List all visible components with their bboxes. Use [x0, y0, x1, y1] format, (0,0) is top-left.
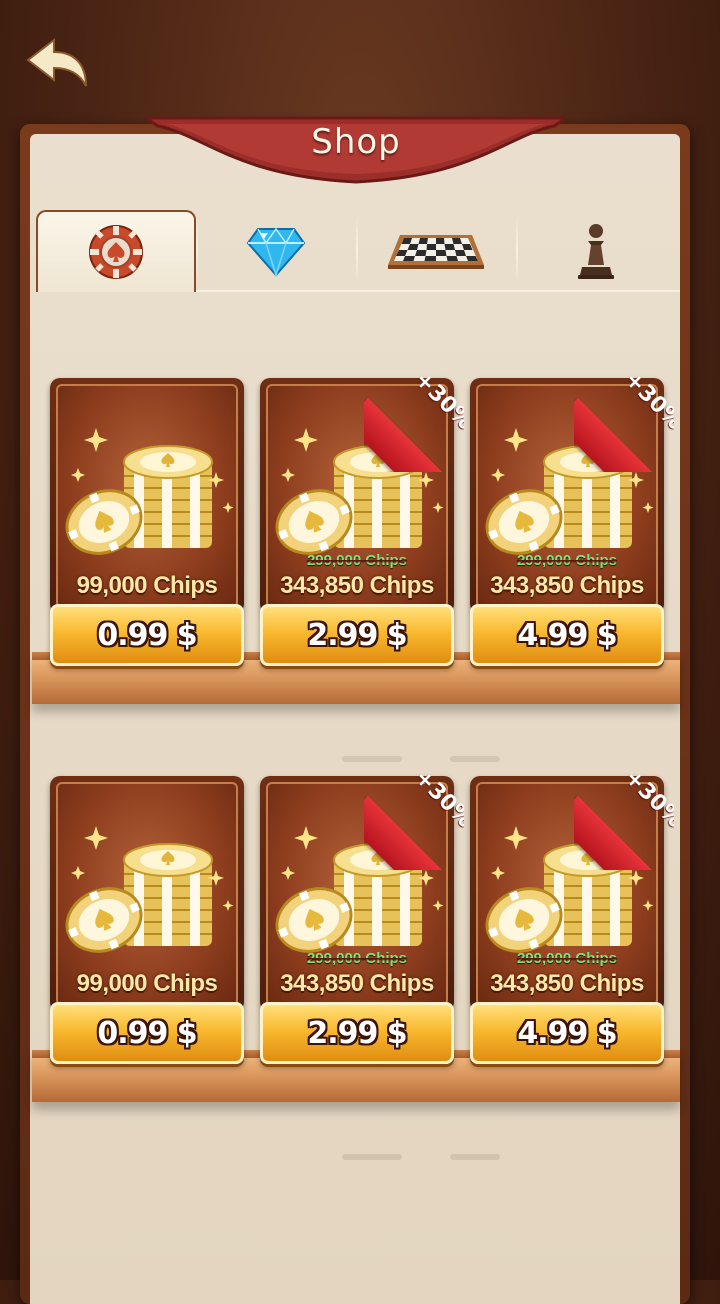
tab-gems[interactable]: [196, 210, 356, 292]
chips-amount: 343,850 Chips: [280, 572, 434, 599]
buy-button[interactable]: 0.99 $: [50, 604, 244, 666]
product-card[interactable]: 99,000 Chips 0.99 $: [50, 776, 244, 1066]
price-label: 0.99 $: [97, 1015, 197, 1051]
back-button[interactable]: [24, 34, 94, 94]
price-label: 0.99 $: [97, 617, 197, 653]
tab-chips[interactable]: [36, 210, 196, 292]
bonus-ribbon: +30%: [574, 770, 674, 870]
original-chips-amount: 299,000 Chips: [306, 950, 408, 967]
buy-button[interactable]: 2.99 $: [260, 1002, 454, 1064]
buy-button[interactable]: 4.99 $: [470, 1002, 664, 1064]
shelf-shadow: [450, 756, 500, 762]
original-chips-amount: 299,000 Chips: [306, 552, 408, 569]
chips-amount: 99,000 Chips: [76, 970, 218, 997]
price-label: 4.99 $: [517, 617, 617, 653]
shop-panel-inner: [30, 134, 680, 1304]
product-card[interactable]: 299,000 Chips 343,850 Chips 2.99 $ +30%: [260, 770, 464, 1066]
bonus-label: +30%: [619, 372, 674, 435]
product-card[interactable]: 299,000 Chips 343,850 Chips 4.99 $ +30%: [470, 770, 674, 1066]
bonus-label: +30%: [619, 770, 674, 833]
buy-button[interactable]: 4.99 $: [470, 604, 664, 666]
shop-panel: [20, 124, 690, 1304]
chess-pawn-icon: [578, 224, 614, 279]
shelf-shadow: [450, 1154, 500, 1160]
original-chips-amount: 299,000 Chips: [516, 950, 618, 967]
tab-boards[interactable]: [356, 210, 516, 292]
bonus-label: +30%: [409, 770, 464, 833]
poker-chip-icon: [89, 225, 143, 279]
chips-amount: 343,850 Chips: [280, 970, 434, 997]
chips-stack-icon: [65, 826, 234, 953]
diamond-icon: [246, 227, 306, 277]
tab-pieces[interactable]: [516, 210, 676, 292]
bonus-ribbon: +30%: [574, 372, 674, 472]
price-label: 2.99 $: [307, 617, 407, 653]
category-tabs: [36, 210, 680, 292]
product-card[interactable]: 299,000 Chips 343,850 Chips 2.99 $ +30%: [260, 372, 464, 668]
original-chips-amount: 299,000 Chips: [516, 552, 618, 569]
page-title: Shop: [311, 122, 401, 162]
buy-button[interactable]: 2.99 $: [260, 604, 454, 666]
price-label: 2.99 $: [307, 1015, 407, 1051]
bonus-ribbon: +30%: [364, 770, 464, 870]
bonus-label: +30%: [409, 372, 464, 435]
chips-amount: 99,000 Chips: [76, 572, 218, 599]
price-label: 4.99 $: [517, 1015, 617, 1051]
chips-amount: 343,850 Chips: [490, 572, 644, 599]
bonus-ribbon: +30%: [364, 372, 464, 472]
buy-button[interactable]: 0.99 $: [50, 1002, 244, 1064]
shelf-shadow: [342, 756, 402, 762]
product-card[interactable]: 299,000 Chips 343,850 Chips 4.99 $ +30%: [470, 372, 674, 668]
chips-amount: 343,850 Chips: [490, 970, 644, 997]
shelf-shadow: [342, 1154, 402, 1160]
checkerboard-icon: [388, 235, 484, 269]
product-card[interactable]: 99,000 Chips 0.99 $: [50, 378, 244, 668]
chips-stack-icon: [65, 428, 234, 555]
back-arrow-icon: [26, 37, 87, 87]
